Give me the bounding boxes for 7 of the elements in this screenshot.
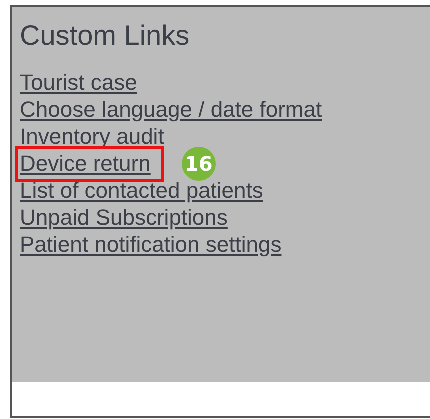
custom-link[interactable]: Tourist case <box>20 70 138 96</box>
panel-title: Custom Links <box>20 19 190 53</box>
step-badge: 16 <box>182 146 216 180</box>
custom-link[interactable]: Choose language / date format <box>20 96 322 122</box>
custom-link[interactable]: Device return <box>15 146 164 182</box>
custom-link[interactable]: Unpaid Subscriptions <box>20 204 228 230</box>
custom-link[interactable]: Patient notification settings <box>20 232 282 258</box>
